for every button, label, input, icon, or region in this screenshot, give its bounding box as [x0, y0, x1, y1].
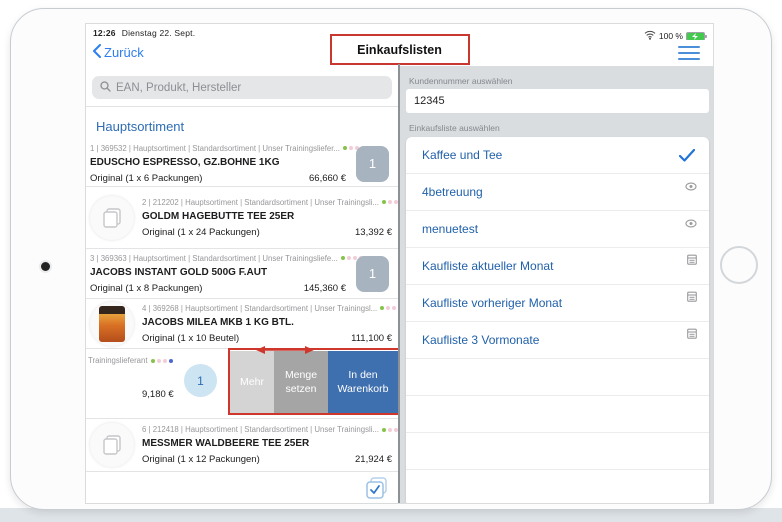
list-name: Kaufliste 3 Vormonate [406, 333, 539, 347]
product-price: 111,100 € [351, 333, 392, 344]
title-annotation-box: Einkaufslisten [330, 34, 470, 65]
list-name: Kaufliste vorheriger Monat [406, 296, 562, 310]
product-row[interactable]: 4 | 369268 | Hauptsortiment | Standardso… [86, 299, 398, 349]
annotation-swipe-arrow-icon [256, 342, 314, 352]
back-button[interactable]: Zurück [93, 44, 144, 61]
empty-list-row [406, 359, 709, 396]
list-name: menuetest [406, 222, 478, 236]
shopping-list-item[interactable]: Kaffee und Tee [406, 137, 709, 174]
calendar-icon [687, 326, 697, 344]
shopping-list-item[interactable]: Kaufliste 3 Vormonate [406, 322, 709, 359]
date: Dienstag 22. Sept. [122, 28, 196, 38]
eye-icon [685, 178, 697, 196]
page-title: Einkaufslisten [357, 43, 442, 57]
product-meta: 1 | 369532 | Hauptsortiment | Standardso… [90, 144, 340, 153]
shopping-list-item[interactable]: menuetest [406, 211, 709, 248]
shopping-list-item[interactable]: Kaufliste aktueller Monat [406, 248, 709, 285]
menu-button[interactable] [678, 46, 700, 60]
product-meta: Trainingslieferant [88, 356, 148, 365]
product-price: 145,360 € [304, 283, 346, 294]
home-button[interactable] [720, 246, 758, 284]
list-name: 4betreuung [406, 185, 483, 199]
checkmark-icon [679, 149, 695, 167]
chevron-left-icon [93, 44, 101, 61]
eye-icon [685, 215, 697, 233]
product-name: EDUSCHO ESPRESSO, GZ.BOHNE 1KG [90, 157, 346, 168]
camera-dot [41, 262, 50, 271]
shopping-list-card: Kaffee und Tee 4betreuung menuetest Kauf… [406, 137, 709, 504]
list-name: Kaufliste aktueller Monat [406, 259, 553, 273]
product-row[interactable]: 1 | 369532 | Hauptsortiment | Standardso… [86, 141, 398, 187]
shopping-lists-panel: Kundennummer auswählen Einkaufsliste aus… [400, 66, 714, 504]
product-meta: 6 | 212418 | Hauptsortiment | Standardso… [142, 425, 379, 434]
section-title: Hauptsortiment [86, 107, 398, 141]
product-pack: Original (1 x 24 Packungen) [142, 227, 260, 238]
product-photo [90, 302, 134, 346]
product-name: JACOBS INSTANT GOLD 500G F.AUT [90, 267, 346, 278]
availability-dots-icon [151, 359, 173, 363]
product-row[interactable]: 2 | 212202 | Hauptsortiment | Standardso… [86, 187, 398, 249]
product-name: MESSMER WALDBEERE TEE 25ER [142, 438, 392, 449]
multi-select-icon[interactable] [366, 477, 388, 499]
calendar-icon [687, 289, 697, 307]
customer-number-label: Kundennummer auswählen [409, 76, 714, 86]
ipad-frame: 12:26Dienstag 22. Sept. 100 % Zurück Ein… [10, 8, 772, 510]
product-pack: Original (1 x 10 Beutel) [142, 333, 239, 344]
set-quantity-button[interactable]: Menge setzen [274, 351, 328, 414]
search-icon [100, 79, 111, 97]
product-meta: 2 | 212202 | Hauptsortiment | Standardso… [142, 198, 379, 207]
search-input[interactable] [116, 82, 384, 94]
product-list-panel: Hauptsortiment 1 | 369532 | Hauptsortime… [86, 68, 398, 504]
quantity-badge: 1 [356, 146, 389, 182]
empty-list-row [406, 433, 709, 470]
calendar-icon [687, 252, 697, 270]
product-price: 13,392 € [355, 227, 392, 238]
product-row-swiped[interactable]: Trainingslieferant 9,180 € 1 Mehr Menge … [86, 349, 398, 419]
empty-list-row [406, 470, 709, 504]
back-label: Zurück [104, 45, 144, 60]
clock: 12:26 [93, 28, 116, 38]
product-price: 21,924 € [355, 454, 392, 465]
product-name: GOLDM HAGEBUTTE TEE 25ER [142, 211, 392, 222]
product-image-placeholder-icon [90, 196, 134, 240]
more-button[interactable]: Mehr [230, 351, 274, 414]
product-meta: 3 | 369363 | Hauptsortiment | Standardso… [90, 254, 338, 263]
product-pack: Original (1 x 8 Packungen) [90, 283, 202, 294]
product-pack: Original (1 x 6 Packungen) [90, 173, 202, 184]
product-row[interactable]: 6 | 212418 | Hauptsortiment | Standardso… [86, 419, 398, 472]
customer-number-input[interactable] [406, 89, 709, 113]
search-field[interactable] [92, 76, 392, 99]
product-row[interactable]: 3 | 369363 | Hauptsortiment | Standardso… [86, 249, 398, 299]
list-name: Kaffee und Tee [406, 148, 502, 162]
empty-list-row [406, 396, 709, 433]
shopping-list-label: Einkaufsliste auswählen [409, 123, 714, 133]
quantity-circle-badge: 1 [184, 364, 217, 397]
product-meta: 4 | 369268 | Hauptsortiment | Standardso… [142, 304, 377, 313]
quantity-badge: 1 [356, 256, 389, 292]
shopping-list-item[interactable]: Kaufliste vorheriger Monat [406, 285, 709, 322]
product-price: 66,660 € [309, 173, 346, 184]
product-price: 9,180 € [142, 389, 174, 400]
product-image-placeholder-icon [90, 423, 134, 467]
app-screen: 12:26Dienstag 22. Sept. 100 % Zurück Ein… [85, 23, 714, 504]
product-pack: Original (1 x 12 Packungen) [142, 454, 260, 465]
page-background-strip [0, 508, 782, 522]
swipe-actions: Mehr Menge setzen In den Warenkorb [230, 351, 398, 414]
add-to-cart-button[interactable]: In den Warenkorb [328, 351, 398, 414]
shopping-list-item[interactable]: 4betreuung [406, 174, 709, 211]
product-name: JACOBS MILEA MKB 1 KG BTL. [142, 317, 392, 328]
